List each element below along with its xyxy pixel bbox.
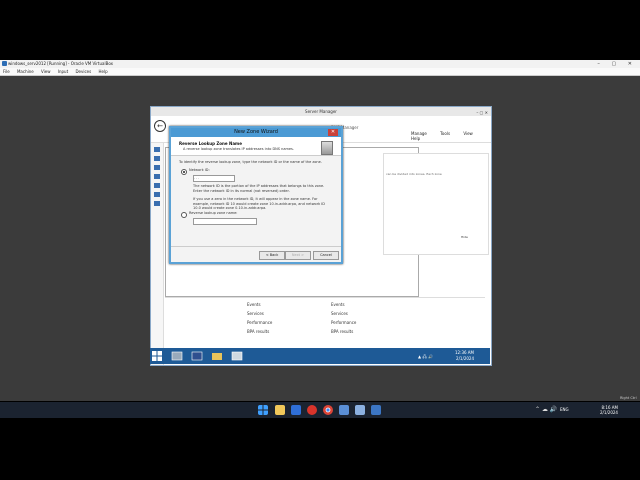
- left-performance-link[interactable]: Performance: [247, 320, 272, 325]
- ad-ds-icon[interactable]: [154, 174, 160, 179]
- wizard-heading: Reverse Lookup Zone Name: [179, 141, 242, 146]
- virtualbox-app-icon: [2, 61, 7, 66]
- right-services-link[interactable]: Services: [331, 311, 348, 316]
- menu-view[interactable]: View: [41, 69, 51, 74]
- wizard-title-bar: New Zone Wizard: [171, 128, 341, 137]
- dns-info-text: can be divided into zones. Each zone: [386, 172, 442, 176]
- zone-name-label: Reverse lookup zone name:: [189, 211, 238, 215]
- menu-view-sm[interactable]: View: [463, 131, 473, 136]
- cancel-button[interactable]: Cancel: [313, 251, 339, 260]
- menu-tools[interactable]: Tools: [440, 131, 450, 136]
- zone-name-input[interactable]: [193, 218, 257, 225]
- host-key-indicator: Right Ctrl: [620, 396, 637, 400]
- new-zone-wizard-dialog: New Zone Wizard ✕ Reverse Lookup Zone Na…: [169, 126, 343, 264]
- local-server-icon[interactable]: [154, 156, 160, 161]
- powershell-icon[interactable]: [190, 350, 204, 362]
- server-manager-sidebar: [151, 143, 164, 365]
- zone-name-radio[interactable]: [181, 212, 187, 218]
- network-id-help-text: The network ID is the portion of the IP …: [193, 184, 325, 193]
- menu-file[interactable]: File: [3, 69, 10, 74]
- network-id-label: Network ID:: [189, 168, 210, 172]
- windows-start-icon[interactable]: [258, 405, 268, 415]
- all-servers-icon[interactable]: [154, 165, 160, 170]
- menu-help-sm[interactable]: Help: [411, 136, 420, 141]
- hide-link[interactable]: Hide: [461, 235, 468, 239]
- mail-icon[interactable]: [339, 405, 349, 415]
- virtualbox-title-bar: windows_serv2012 [Running] - Oracle VM V…: [0, 60, 640, 68]
- left-bpa-link[interactable]: BPA results: [247, 329, 269, 334]
- network-id-input[interactable]: . . .: [193, 175, 235, 182]
- wizard-description: A reverse lookup zone translates IP addr…: [183, 147, 294, 151]
- host-system-tray[interactable]: ⌃ ☁ 🔊: [535, 406, 557, 413]
- menu-devices[interactable]: Devices: [75, 69, 91, 74]
- guest-taskbar: ▲ 🖧 🔊 12:36 AM 2/1/2024: [150, 348, 490, 364]
- media-icon[interactable]: [307, 405, 317, 415]
- wizard-header: Reverse Lookup Zone Name A reverse looku…: [171, 137, 341, 156]
- server-icon: [321, 141, 333, 155]
- virtualbox-window-title: windows_serv2012 [Running] - Oracle VM V…: [8, 61, 114, 66]
- right-bpa-link[interactable]: BPA results: [331, 329, 353, 334]
- dashboard-icon[interactable]: [154, 147, 160, 152]
- wizard-title: New Zone Wizard: [234, 129, 278, 135]
- zero-help-text: If you use a zero in the network ID, it …: [193, 197, 326, 210]
- wizard-footer: < Back Next > Cancel: [171, 246, 341, 263]
- store-icon[interactable]: [291, 405, 301, 415]
- file-explorer-icon[interactable]: [275, 405, 285, 415]
- left-services-link[interactable]: Services: [247, 311, 264, 316]
- app-icon[interactable]: [371, 405, 381, 415]
- server-manager-title: Server Manager: [305, 109, 337, 114]
- guest-system-tray[interactable]: ▲ 🖧 🔊: [418, 354, 433, 361]
- menu-input[interactable]: Input: [58, 69, 68, 74]
- chrome-icon[interactable]: [323, 405, 333, 415]
- guest-clock: 12:36 AM 2/1/2024: [455, 350, 474, 361]
- windows-start-icon[interactable]: [152, 351, 162, 361]
- dns-icon[interactable]: [154, 183, 160, 188]
- virtualbox-menu-bar: File Machine View Input Devices Help: [0, 68, 640, 76]
- server-manager-title-bar: Server Manager – ▢ ✕: [151, 107, 491, 116]
- file-explorer-icon[interactable]: [210, 350, 224, 362]
- menu-machine[interactable]: Machine: [17, 69, 34, 74]
- network-id-radio[interactable]: [181, 169, 187, 175]
- back-button[interactable]: < Back: [259, 251, 285, 260]
- wizard-intro-text: To identify the reverse lookup zone, typ…: [179, 160, 322, 164]
- right-performance-link[interactable]: Performance: [331, 320, 356, 325]
- users-icon[interactable]: [154, 201, 160, 206]
- menu-help[interactable]: Help: [98, 69, 107, 74]
- host-taskbar: ⌃ ☁ 🔊 ENG 8:16 AM 2/1/2024: [0, 402, 640, 418]
- back-arrow-icon[interactable]: ←: [154, 120, 166, 132]
- server-manager-taskbar-icon[interactable]: [170, 350, 184, 362]
- language-indicator[interactable]: ENG: [560, 407, 569, 412]
- dns-info-panel: [383, 153, 489, 255]
- file-services-icon[interactable]: [154, 192, 160, 197]
- server-manager-menu: Manage Tools View Help: [411, 131, 491, 141]
- host-clock[interactable]: 8:16 AM 2/1/2024: [600, 405, 618, 415]
- close-icon[interactable]: ✕: [328, 129, 338, 136]
- virtualbox-icon[interactable]: [355, 405, 365, 415]
- wizard-body: To identify the reverse lookup zone, typ…: [171, 156, 341, 246]
- left-events-link[interactable]: Events: [247, 302, 261, 307]
- dns-manager-taskbar-icon[interactable]: [230, 350, 244, 362]
- virtualbox-window-controls[interactable]: – ▢ ✕: [597, 60, 637, 68]
- next-button[interactable]: Next >: [285, 251, 311, 260]
- right-events-link[interactable]: Events: [331, 302, 345, 307]
